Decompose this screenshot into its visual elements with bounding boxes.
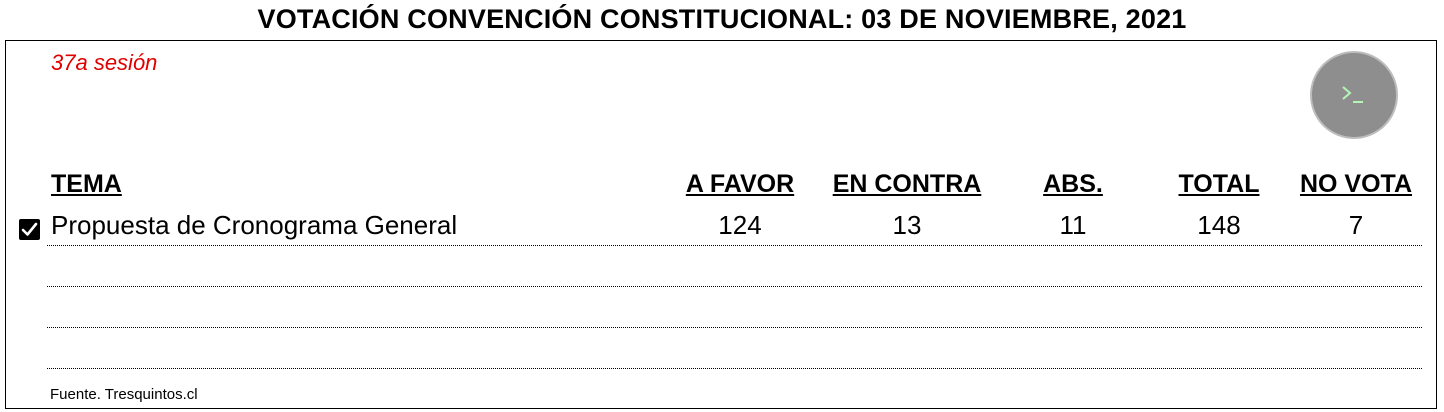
page-title: VOTACIÓN CONVENCIÓN CONSTITUCIONAL: 03 D… (257, 4, 1187, 34)
row-en-contra: 13 (892, 210, 922, 240)
row-divider (47, 327, 1422, 328)
checkmark-icon (21, 222, 38, 236)
row-tema: Propuesta de Cronograma General (51, 210, 458, 240)
column-header-en-contra: EN CONTRA (832, 170, 982, 198)
row-total: 148 (1197, 210, 1241, 240)
row-divider (47, 245, 1422, 246)
column-header-tema: TEMA (51, 170, 122, 198)
row-divider (47, 368, 1422, 369)
row-no-vota: 7 (1348, 210, 1364, 240)
row-abs: 11 (1059, 210, 1087, 240)
terminal-icon (1342, 86, 1363, 103)
column-header-total: TOTAL (1178, 170, 1260, 198)
column-header-no-vota: NO VOTA (1299, 170, 1413, 198)
session-label: 37a sesión (51, 50, 158, 75)
column-header-abs: ABS. (1043, 170, 1103, 198)
source-note: Fuente. Tresquintos.cl (50, 386, 198, 403)
row-checkbox[interactable] (19, 219, 40, 240)
row-divider (47, 286, 1422, 287)
row-a-favor: 124 (718, 210, 762, 240)
terminal-button[interactable] (1310, 51, 1398, 139)
column-header-a-favor: A FAVOR (685, 170, 795, 198)
